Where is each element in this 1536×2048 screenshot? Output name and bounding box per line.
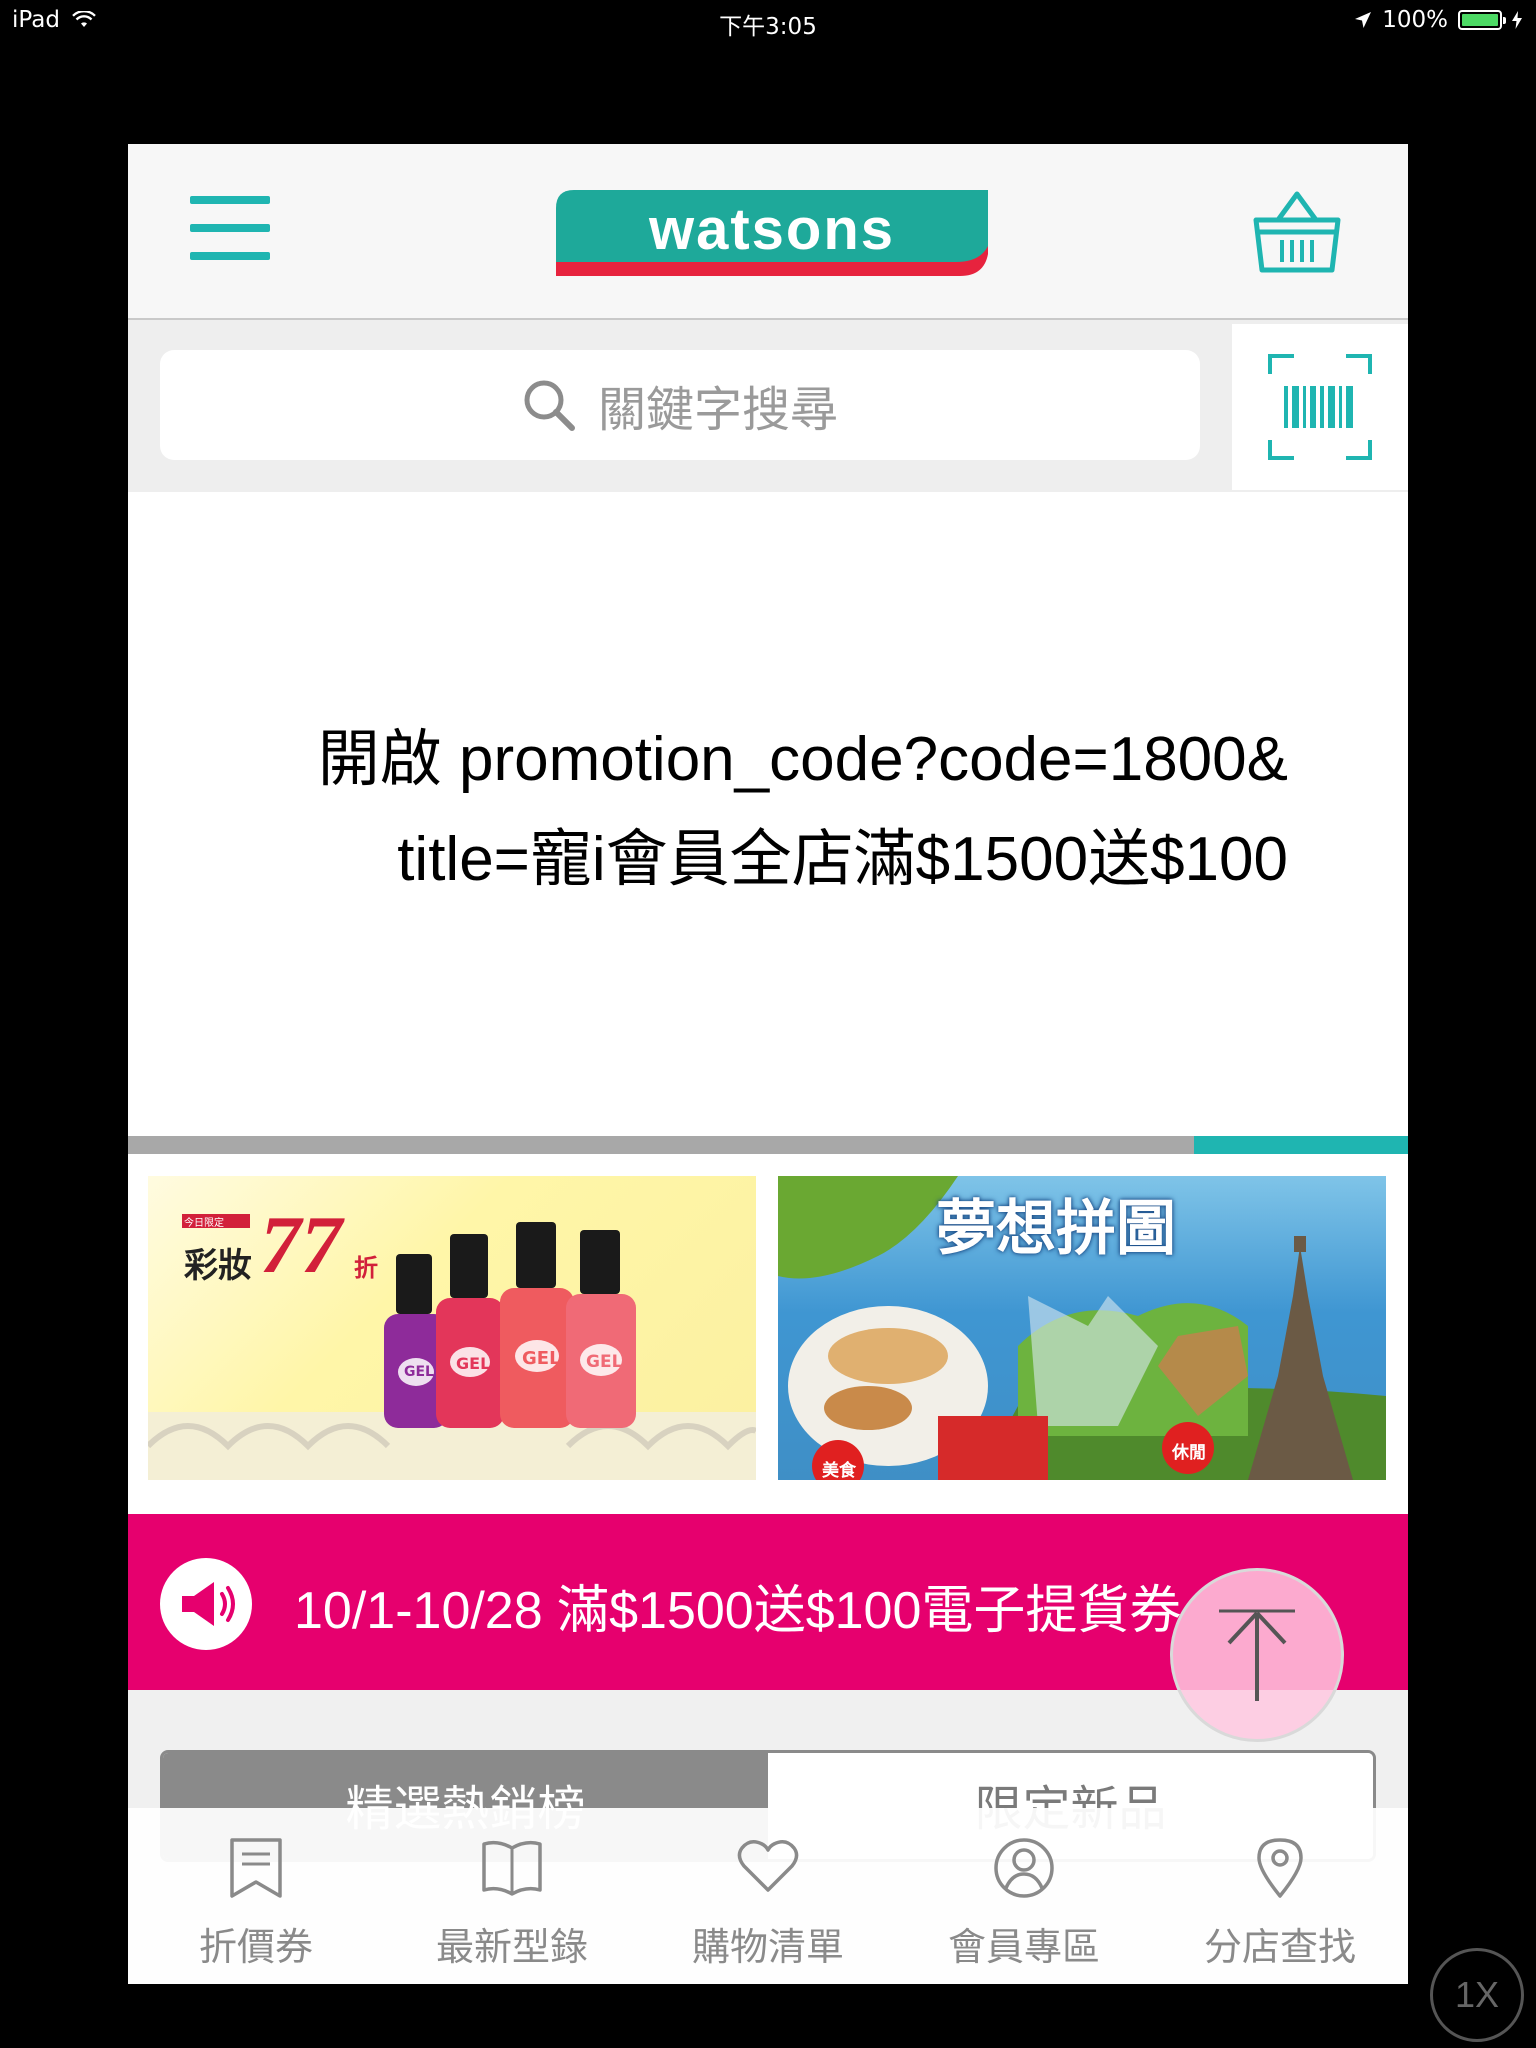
barcode-scan-button[interactable] <box>1232 324 1408 490</box>
megaphone-icon <box>160 1558 252 1650</box>
location-arrow-icon <box>1355 12 1372 28</box>
promo-line-1: 開啟 promotion_code?code=1800& <box>317 725 1288 794</box>
tab-member[interactable]: 會員專區 <box>896 1808 1152 1984</box>
tab-wishlist[interactable]: 購物清單 <box>640 1808 896 1984</box>
bottle-label-3: GEL <box>522 1348 561 1369</box>
battery-icon <box>1458 10 1506 30</box>
bottle-label-1: GEL <box>404 1364 434 1380</box>
tab-label: 最新型錄 <box>435 1925 588 1969</box>
scroll-to-top-button[interactable] <box>1170 1568 1344 1742</box>
bottom-tab-bar: 折價券 最新型錄 購物清單 會員專區 分店查找 <box>128 1808 1408 1984</box>
app-window: watsons 關鍵字搜尋 開啟 promotion_code?code=180… <box>128 144 1408 1984</box>
tab-catalog[interactable]: 最新型錄 <box>384 1808 640 1984</box>
bottle-label-2: GEL <box>456 1354 491 1373</box>
status-bar: iPad 下午3:05 100% <box>0 0 1536 42</box>
search-placeholder: 關鍵字搜尋 <box>597 382 838 438</box>
tab-label: 會員專區 <box>947 1925 1100 1969</box>
tab-label: 分店查找 <box>1203 1925 1356 1969</box>
banner-dream-puzzle[interactable]: 夢想拼圖 美食 休閒 <box>778 1176 1386 1480</box>
barcode-scan-icon <box>1268 354 1372 460</box>
zoom-1x-button[interactable]: 1X <box>1430 1948 1524 2042</box>
tab-coupons[interactable]: 折價券 <box>128 1808 384 1984</box>
charging-icon <box>1512 11 1522 29</box>
banner-left-unit: 折 <box>354 1254 378 1282</box>
announcement-text: 10/1-10/28 滿$1500送$100電子提貨券 <box>294 1582 1182 1640</box>
battery-percent: 100% <box>1382 7 1448 33</box>
banner-right-title: 夢想拼圖 <box>936 1194 1176 1264</box>
watsons-logo[interactable]: watsons <box>556 190 988 276</box>
tab-label: 購物清單 <box>691 1925 844 1969</box>
hamburger-icon[interactable] <box>190 196 270 260</box>
logo-text: watsons <box>648 197 896 262</box>
location-pin-icon <box>1257 1838 1303 1898</box>
basket-icon[interactable] <box>1252 186 1342 276</box>
clock: 下午3:05 <box>719 14 817 40</box>
banner-tag-food: 美食 <box>822 1461 856 1480</box>
catalog-icon <box>482 1840 542 1896</box>
search-row: 關鍵字搜尋 <box>128 320 1408 492</box>
banner-makeup-discount[interactable]: 今日限定 彩妝 77 折 GEL GEL GEL GEL <box>148 1176 756 1480</box>
promo-webview: 開啟 promotion_code?code=1800& title=寵i會員全… <box>128 494 1408 1124</box>
heart-icon <box>737 1840 799 1892</box>
bottle-label-4: GEL <box>586 1352 623 1372</box>
promo-line-2: title=寵i會員全店滿$1500送$100 <box>397 825 1288 894</box>
search-input[interactable]: 關鍵字搜尋 <box>160 350 1200 460</box>
banner-tag-leisure: 休閒 <box>1172 1443 1206 1463</box>
search-icon <box>524 380 575 431</box>
banner-badge: 今日限定 <box>184 1218 224 1229</box>
banner-left-discount: 77 <box>260 1199 342 1290</box>
promo-message: 開啟 promotion_code?code=1800& title=寵i會員全… <box>188 710 1288 910</box>
carousel-indicator <box>128 1136 1408 1154</box>
banner-left-title: 彩妝 <box>184 1246 252 1286</box>
app-header: watsons <box>128 144 1408 320</box>
tab-store-locator[interactable]: 分店查找 <box>1152 1808 1408 1984</box>
tab-label: 折價券 <box>198 1925 313 1969</box>
coupon-icon <box>230 1838 282 1898</box>
member-icon <box>994 1838 1054 1898</box>
arrow-up-icon <box>1219 1609 1295 1701</box>
